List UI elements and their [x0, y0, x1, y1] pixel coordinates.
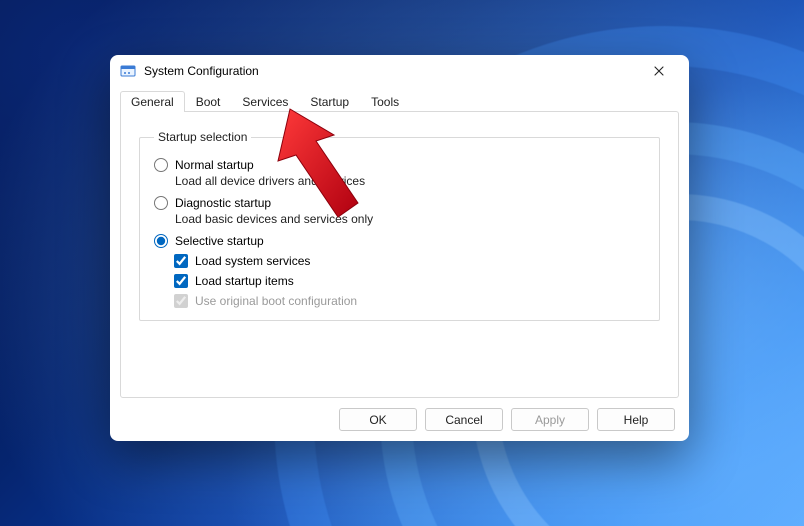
tabstrip: General Boot Services Startup Tools — [120, 87, 679, 111]
checkbox-load-startup-items[interactable]: Load startup items — [174, 274, 645, 288]
tab-general[interactable]: General — [120, 91, 185, 112]
group-legend: Startup selection — [154, 130, 251, 144]
client-area: General Boot Services Startup Tools Star… — [110, 87, 689, 441]
radio-selective-label: Selective startup — [175, 234, 264, 248]
system-configuration-window: System Configuration General Boot Servic… — [110, 55, 689, 441]
tab-services[interactable]: Services — [231, 91, 299, 112]
desktop-background: System Configuration General Boot Servic… — [0, 0, 804, 526]
checkbox-use-original-label: Use original boot configuration — [195, 294, 357, 308]
radio-selective-input[interactable] — [154, 234, 168, 248]
tab-tools[interactable]: Tools — [360, 91, 410, 112]
window-title: System Configuration — [144, 64, 259, 78]
tab-boot[interactable]: Boot — [185, 91, 232, 112]
msconfig-icon — [120, 63, 136, 79]
radio-normal-label: Normal startup — [175, 158, 254, 172]
help-button[interactable]: Help — [597, 408, 675, 431]
tab-startup[interactable]: Startup — [299, 91, 360, 112]
radio-diagnostic-startup[interactable]: Diagnostic startup — [154, 196, 645, 210]
checkbox-load-system-services[interactable]: Load system services — [174, 254, 645, 268]
ok-button[interactable]: OK — [339, 408, 417, 431]
apply-button: Apply — [511, 408, 589, 431]
close-button[interactable] — [639, 57, 679, 85]
tab-panel-general: Startup selection Normal startup Load al… — [120, 111, 679, 398]
radio-normal-desc: Load all device drivers and services — [175, 174, 645, 188]
radio-diagnostic-input[interactable] — [154, 196, 168, 210]
checkbox-load-services-input[interactable] — [174, 254, 188, 268]
checkbox-load-startup-input[interactable] — [174, 274, 188, 288]
startup-selection-group: Startup selection Normal startup Load al… — [139, 130, 660, 321]
titlebar[interactable]: System Configuration — [110, 55, 689, 87]
checkbox-load-startup-label: Load startup items — [195, 274, 294, 288]
close-icon — [654, 66, 664, 76]
checkbox-use-original-boot: Use original boot configuration — [174, 294, 645, 308]
radio-normal-input[interactable] — [154, 158, 168, 172]
checkbox-load-services-label: Load system services — [195, 254, 310, 268]
checkbox-use-original-input — [174, 294, 188, 308]
radio-selective-startup[interactable]: Selective startup — [154, 234, 645, 248]
dialog-button-row: OK Cancel Apply Help — [120, 398, 679, 431]
radio-diagnostic-desc: Load basic devices and services only — [175, 212, 645, 226]
radio-diagnostic-label: Diagnostic startup — [175, 196, 271, 210]
radio-normal-startup[interactable]: Normal startup — [154, 158, 645, 172]
cancel-button[interactable]: Cancel — [425, 408, 503, 431]
